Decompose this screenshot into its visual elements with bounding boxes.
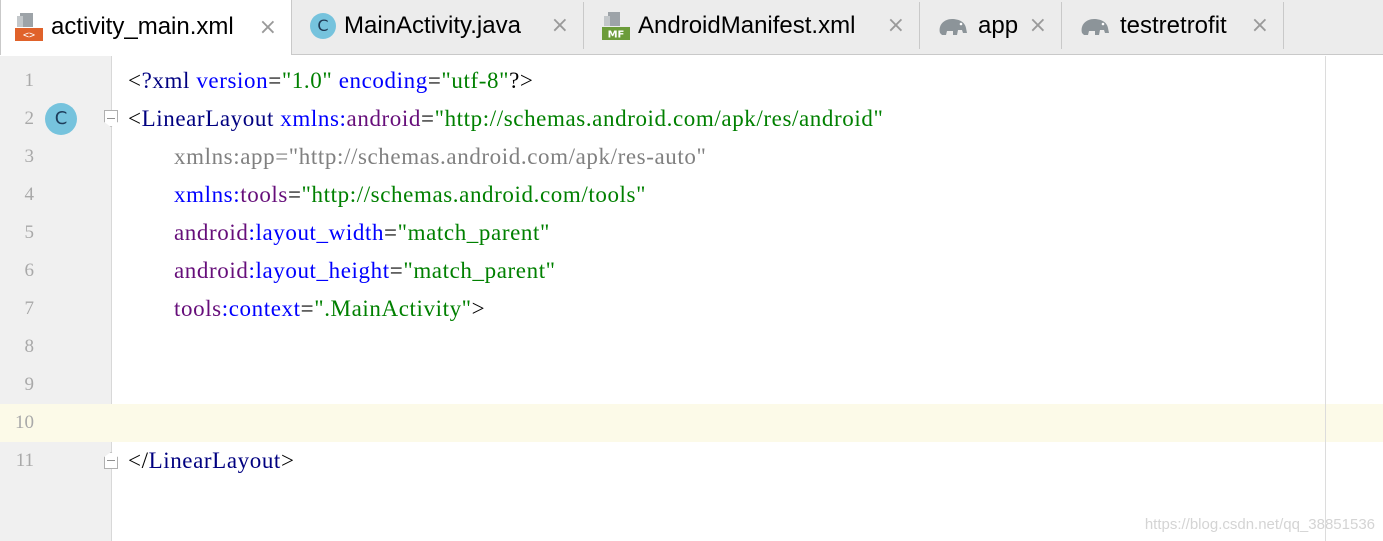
code-line[interactable]: 3 xmlns:app="http://schemas.android.com/a…	[0, 138, 1383, 176]
code-line[interactable]: 4 xmlns:tools="http://schemas.android.com…	[0, 176, 1383, 214]
code-token: =	[427, 68, 442, 93]
close-icon[interactable]: ×	[551, 13, 569, 38]
manifest-badge: MF	[608, 29, 625, 40]
tab-label: testretrofit	[1120, 11, 1227, 39]
code-token: xmlns:app="http://schemas.android.com/ap…	[174, 144, 707, 169]
code-token: android	[346, 106, 421, 131]
right-margin-guide	[1325, 56, 1326, 541]
code-line[interactable]: 5 android:layout_width="match_parent"	[0, 214, 1383, 252]
gradle-elephant-icon	[1078, 11, 1112, 41]
svg-text:<>: <>	[23, 30, 35, 41]
code-text: tools:context=".MainActivity">	[174, 290, 485, 328]
line-number: 5	[24, 222, 35, 243]
close-icon[interactable]: ×	[259, 15, 277, 40]
code-token: >	[471, 296, 486, 321]
code-token: LinearLayout	[148, 448, 281, 473]
tab-label: activity_main.xml	[51, 13, 234, 40]
code-token: =	[268, 68, 282, 93]
code-token: >	[280, 448, 295, 473]
tab-label: AndroidManifest.xml	[638, 11, 856, 39]
code-token: android	[174, 220, 249, 245]
code-token: :context	[221, 296, 301, 321]
code-token: "http://schemas.android.com/apk/res/andr…	[434, 106, 884, 131]
code-token: encoding	[332, 68, 428, 93]
code-token: tools	[174, 296, 222, 321]
code-token: </	[128, 448, 149, 473]
line-number: 4	[24, 184, 35, 205]
line-number: 7	[24, 298, 35, 319]
code-token: version	[189, 68, 269, 93]
code-token: =	[389, 258, 404, 283]
code-token: =	[287, 182, 302, 207]
tab-app-gradle[interactable]: app ×	[920, 2, 1062, 49]
line-number: 9	[24, 374, 35, 395]
close-icon[interactable]: ×	[1029, 13, 1047, 38]
code-token: :layout_width	[248, 220, 385, 245]
code-line[interactable]: 7 tools:context=".MainActivity">	[0, 290, 1383, 328]
code-token: LinearLayout	[141, 106, 274, 131]
manifest-file-icon: MF	[602, 11, 630, 41]
code-token: xmlns:	[174, 182, 241, 207]
code-token: xmlns:	[273, 106, 347, 131]
line-number: 2	[24, 108, 35, 129]
line-number: 11	[15, 450, 34, 471]
close-icon[interactable]: ×	[887, 13, 905, 38]
code-token: =	[300, 296, 315, 321]
code-text: android:layout_height="match_parent"	[174, 252, 556, 290]
code-text: <?xml version="1.0" encoding="utf-8"?>	[128, 62, 533, 100]
code-token: :layout_height	[248, 258, 390, 283]
close-icon[interactable]: ×	[1251, 13, 1269, 38]
code-text: </LinearLayout>	[128, 442, 295, 480]
code-text: <LinearLayout xmlns:android="http://sche…	[128, 100, 883, 138]
line-number: 8	[24, 336, 35, 357]
code-line[interactable]: 6 android:layout_height="match_parent"	[0, 252, 1383, 290]
code-token: =	[384, 220, 398, 245]
code-text: xmlns:app="http://schemas.android.com/ap…	[174, 138, 706, 176]
line-number: 6	[24, 260, 35, 281]
xml-layout-file-icon: <>	[15, 12, 43, 42]
code-line[interactable]: 9	[0, 366, 1383, 404]
line-number: 3	[24, 146, 35, 167]
java-class-icon: C	[310, 12, 336, 39]
code-token: "1.0"	[281, 68, 333, 93]
tab-testretrofit-gradle[interactable]: testretrofit ×	[1062, 2, 1284, 49]
tab-android-manifest-xml[interactable]: MF AndroidManifest.xml ×	[584, 2, 920, 49]
code-line[interactable]: 8	[0, 328, 1383, 366]
code-line[interactable]: 1 <?xml version="1.0" encoding="utf-8"?>	[0, 62, 1383, 100]
watermark: https://blog.csdn.net/qq_38851536	[1144, 516, 1375, 533]
code-line[interactable]: 10	[0, 404, 1383, 442]
code-token: ".MainActivity"	[314, 296, 472, 321]
tab-label: MainActivity.java	[344, 11, 521, 39]
code-token: <	[128, 68, 142, 93]
line-number: 1	[24, 70, 35, 91]
code-token: "match_parent"	[397, 220, 550, 245]
code-token: tools	[240, 182, 288, 207]
tab-main-activity-java[interactable]: C MainActivity.java ×	[292, 2, 584, 49]
code-token: <	[128, 106, 142, 131]
related-class-gutter-icon[interactable]: C	[45, 103, 77, 135]
code-text: android:layout_width="match_parent"	[174, 214, 550, 252]
tab-activity-main-xml[interactable]: <> activity_main.xml ×	[0, 0, 292, 55]
code-token: ?>	[509, 68, 534, 93]
code-token: =	[421, 106, 435, 131]
code-text: xmlns:tools="http://schemas.android.com/…	[174, 176, 646, 214]
tab-label: app	[978, 11, 1019, 39]
code-token: ?xml	[141, 68, 190, 93]
code-token: "match_parent"	[403, 258, 556, 283]
code-token: android	[174, 258, 249, 283]
editor-tab-bar: <> activity_main.xml × C MainActivity.ja…	[0, 0, 1383, 55]
code-token: "utf-8"	[441, 68, 510, 93]
code-line[interactable]: 2 C <LinearLayout xmlns:android="http://sc…	[0, 100, 1383, 138]
gradle-elephant-icon	[936, 11, 970, 41]
code-token: "http://schemas.android.com/tools"	[301, 182, 647, 207]
line-number: 10	[15, 412, 34, 433]
code-editor[interactable]: 1 <?xml version="1.0" encoding="utf-8"?> 2…	[0, 56, 1383, 541]
code-line[interactable]: 11 </LinearLayout>	[0, 442, 1383, 480]
